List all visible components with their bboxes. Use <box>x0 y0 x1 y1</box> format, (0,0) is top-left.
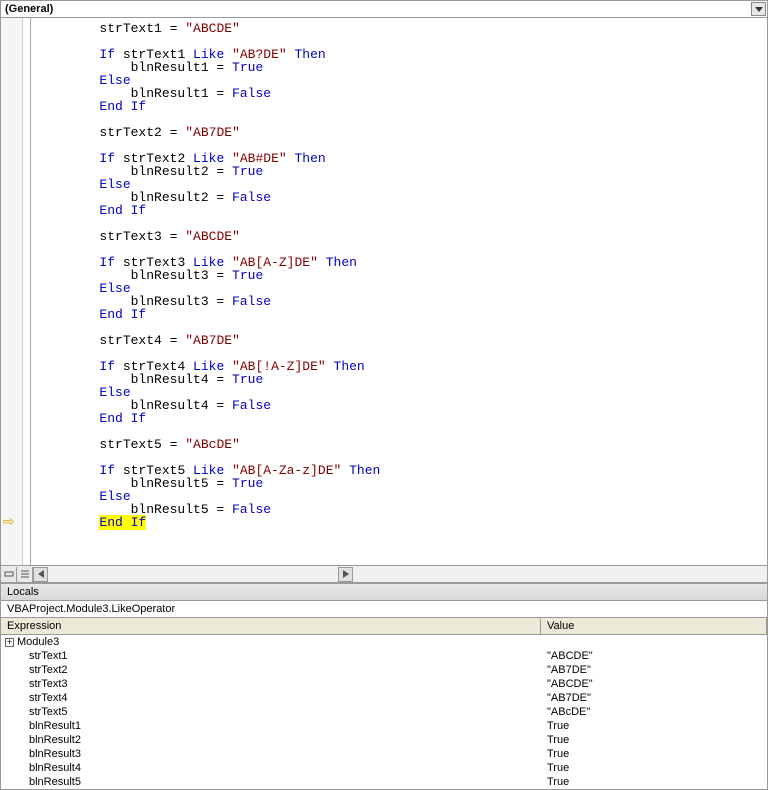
triangle-right-icon <box>343 570 349 578</box>
hscroll-right-button[interactable] <box>338 567 353 582</box>
code-line[interactable]: End If <box>37 100 767 113</box>
code-line[interactable]: strText4 = "AB7DE" <box>37 334 767 347</box>
chevron-down-icon <box>755 7 763 12</box>
code-line[interactable]: strText2 = "AB7DE" <box>37 126 767 139</box>
locals-var-row[interactable]: strText4 "AB7DE" <box>1 691 767 705</box>
locals-context: VBAProject.Module3.LikeOperator <box>1 601 767 618</box>
full-module-view-icon <box>20 569 30 579</box>
hscroll-track[interactable] <box>48 567 338 582</box>
locals-header-row: Expression Value <box>1 618 767 635</box>
code-margin <box>23 18 31 565</box>
locals-var-row[interactable]: blnResult1 True <box>1 719 767 733</box>
code-line[interactable]: blnResult1 = True <box>37 61 767 74</box>
tree-expand-icon[interactable]: + <box>5 638 14 647</box>
locals-var-row[interactable]: strText3 "ABCDE" <box>1 677 767 691</box>
code-line[interactable]: blnResult2 = True <box>37 165 767 178</box>
view-full-module-button[interactable] <box>17 567 33 582</box>
code-line[interactable]: blnResult1 = False <box>37 87 767 100</box>
locals-var-row[interactable]: blnResult5 True <box>1 775 767 789</box>
locals-var-value: "AB7DE" <box>541 691 767 705</box>
locals-var-row[interactable]: blnResult4 True <box>1 761 767 775</box>
locals-var-name: strText5 <box>29 705 68 719</box>
code-line[interactable]: strText5 = "ABcDE" <box>37 438 767 451</box>
code-line[interactable]: blnResult4 = False <box>37 399 767 412</box>
locals-var-row[interactable]: blnResult2 True <box>1 733 767 747</box>
locals-var-name: blnResult1 <box>29 719 81 733</box>
code-line[interactable]: blnResult4 = True <box>37 373 767 386</box>
code-body[interactable]: strText1 = "ABCDE" If strText1 Like "AB?… <box>31 18 767 565</box>
locals-var-name: strText1 <box>29 649 68 663</box>
locals-var-value: True <box>541 775 767 789</box>
locals-var-value: "ABCDE" <box>541 677 767 691</box>
view-procedure-button[interactable] <box>1 567 17 582</box>
locals-header-value[interactable]: Value <box>541 618 767 634</box>
locals-var-row[interactable]: strText2 "AB7DE" <box>1 663 767 677</box>
code-line[interactable]: blnResult2 = False <box>37 191 767 204</box>
locals-var-value: "AB7DE" <box>541 663 767 677</box>
code-line[interactable]: strText3 = "ABCDE" <box>37 230 767 243</box>
locals-var-name: blnResult5 <box>29 775 81 789</box>
code-line[interactable]: End If <box>37 412 767 425</box>
code-line[interactable]: blnResult5 = True <box>37 477 767 490</box>
locals-rows: +Module3strText1"ABCDE"strText2"AB7DE"st… <box>1 635 767 789</box>
locals-var-name: strText2 <box>29 663 68 677</box>
code-editor[interactable]: ⇨ strText1 = "ABCDE" If strText1 Like "A… <box>0 18 768 566</box>
locals-header-expression[interactable]: Expression <box>1 618 541 634</box>
code-line[interactable]: blnResult3 = False <box>37 295 767 308</box>
locals-var-value: True <box>541 719 767 733</box>
dropdown-arrow-button[interactable] <box>751 2 766 16</box>
object-dropdown[interactable]: (General) <box>0 0 768 18</box>
code-line[interactable]: blnResult3 = True <box>37 269 767 282</box>
locals-var-value: "ABCDE" <box>541 649 767 663</box>
code-line[interactable]: End If <box>37 204 767 217</box>
code-gutter: ⇨ <box>1 18 23 565</box>
code-line[interactable]: End If <box>37 516 767 529</box>
procedure-view-icon <box>4 569 14 579</box>
locals-var-row[interactable]: strText1 "ABCDE" <box>1 649 767 663</box>
triangle-left-icon <box>38 570 44 578</box>
locals-var-value: "ABcDE" <box>541 705 767 719</box>
locals-var-name: strText4 <box>29 691 68 705</box>
locals-title: Locals <box>1 584 767 601</box>
locals-var-value: True <box>541 733 767 747</box>
locals-var-value: True <box>541 761 767 775</box>
locals-var-name: strText3 <box>29 677 68 691</box>
locals-var-row[interactable]: blnResult3 True <box>1 747 767 761</box>
locals-var-name: blnResult2 <box>29 733 81 747</box>
locals-var-value: True <box>541 747 767 761</box>
locals-var-row[interactable]: strText5 "ABcDE" <box>1 705 767 719</box>
locals-root-name: Module3 <box>17 635 59 649</box>
locals-panel: Locals VBAProject.Module3.LikeOperator E… <box>0 583 768 790</box>
code-line[interactable]: End If <box>37 308 767 321</box>
hscroll-left-button[interactable] <box>33 567 48 582</box>
execution-pointer-icon: ⇨ <box>3 515 15 528</box>
locals-var-name: blnResult4 <box>29 761 81 775</box>
object-dropdown-value: (General) <box>5 3 53 15</box>
locals-var-name: blnResult3 <box>29 747 81 761</box>
view-switch-bar <box>0 566 768 583</box>
code-line[interactable]: strText1 = "ABCDE" <box>37 22 767 35</box>
locals-root-row[interactable]: +Module3 <box>1 635 767 649</box>
code-line[interactable]: blnResult5 = False <box>37 503 767 516</box>
